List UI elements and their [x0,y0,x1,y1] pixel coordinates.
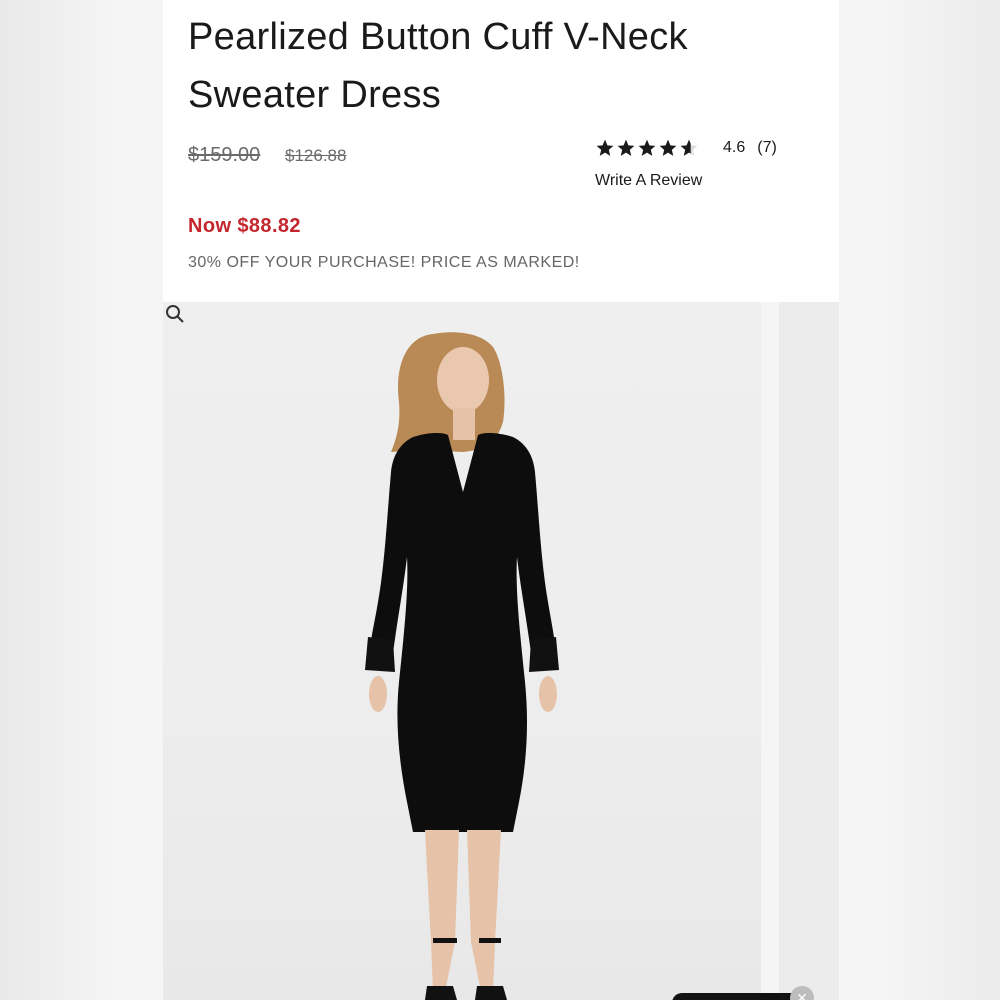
product-page: Pearlized Button Cuff V-Neck Sweater Dre… [0,0,1000,1000]
model-illustration [365,332,559,1000]
rating-summary[interactable]: 4.6 (7) [595,138,777,158]
next-product-image[interactable] [779,302,839,1000]
star-icon [659,139,677,156]
star-icon [596,139,614,156]
product-image[interactable] [163,302,761,1000]
star-icon [638,139,656,156]
review-count[interactable]: (7) [757,139,777,157]
star-icon [617,139,635,156]
rating-stars [595,138,699,158]
write-review-link[interactable]: Write A Review [595,172,702,190]
product-title: Pearlized Button Cuff V-Neck Sweater Dre… [188,16,688,116]
previous-price: $126.88 [285,146,347,165]
zoom-icon[interactable] [163,302,187,326]
product-info-panel: Pearlized Button Cuff V-Neck Sweater Dre… [163,0,839,302]
promo-message: 30% OFF YOUR PURCHASE! PRICE AS MARKED! [188,254,580,271]
floating-action-pill[interactable] [672,993,802,1000]
rating-value: 4.6 [723,139,746,156]
sale-price: Now $88.82 [188,215,301,237]
original-price: $159.00 [188,144,261,166]
half-star-icon [680,139,698,156]
